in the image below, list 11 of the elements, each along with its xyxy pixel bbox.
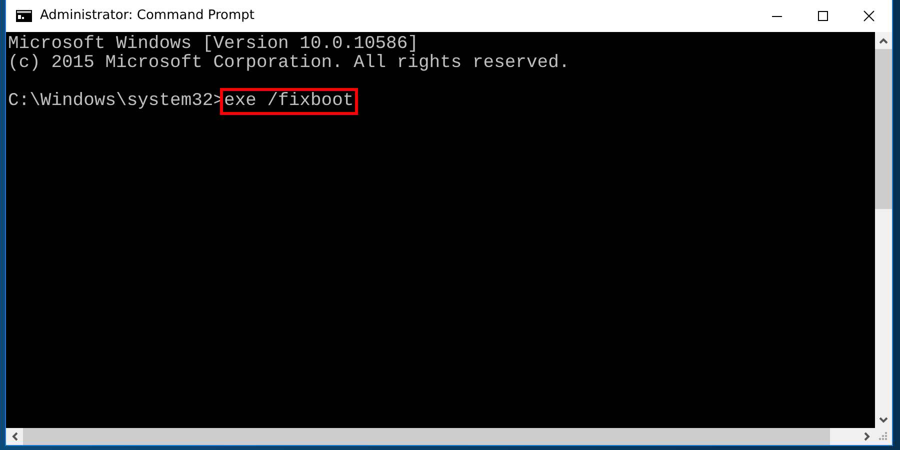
console-line: (c) 2015 Microsoft Corporation. All rights reserved. bbox=[8, 54, 570, 73]
console-area[interactable]: Microsoft Windows [Version 10.0.10586] (c) 2015 Microsoft Corporation. All rights reserved. C:\Windows\system32>exe /fixboot bbox=[6, 32, 875, 428]
scrollbar-thumb[interactable] bbox=[875, 49, 892, 209]
prompt-path: C:\Windows\system32> bbox=[8, 92, 224, 111]
console-line: Microsoft Windows [Version 10.0.10586] bbox=[8, 35, 418, 54]
resize-grip-icon[interactable] bbox=[879, 432, 888, 441]
vertical-scrollbar[interactable] bbox=[875, 32, 892, 428]
console-icon bbox=[16, 10, 32, 22]
window-title: Administrator: Command Prompt bbox=[40, 7, 254, 26]
close-icon bbox=[863, 10, 875, 22]
maximize-icon bbox=[817, 10, 829, 22]
